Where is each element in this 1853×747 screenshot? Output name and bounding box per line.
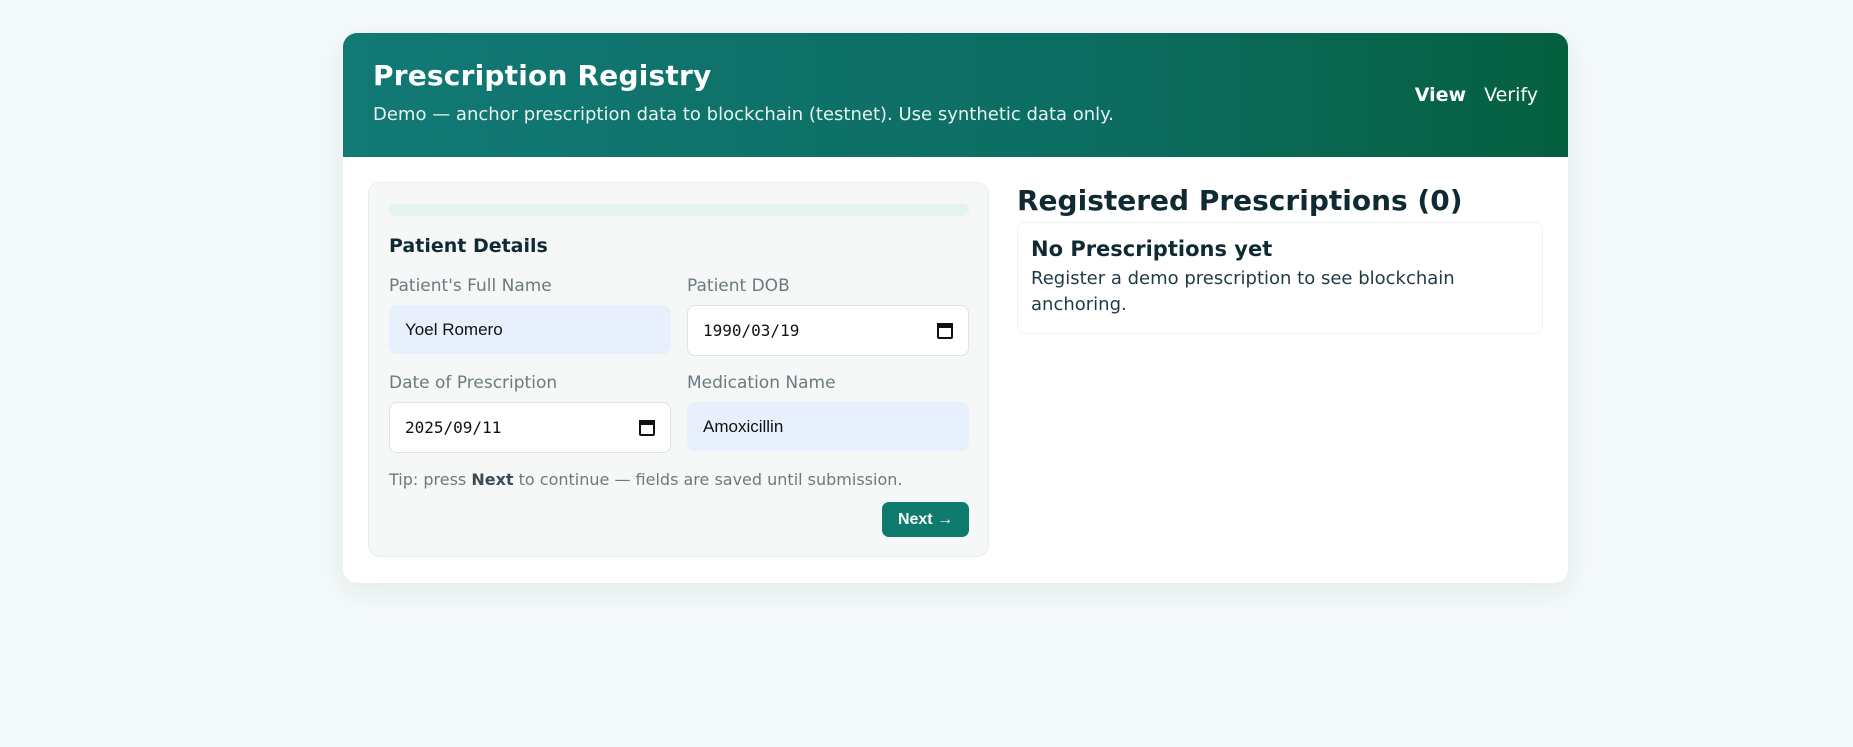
page-subtitle: Demo — anchor prescription data to block… (373, 104, 1114, 125)
nav-verify-link[interactable]: Verify (1484, 84, 1538, 106)
empty-state-card: No Prescriptions yet Register a demo pre… (1017, 222, 1543, 334)
calendar-icon[interactable] (639, 419, 655, 436)
prescription-date-label: Date of Prescription (389, 373, 558, 393)
dob-input[interactable]: 1990/03/19 (687, 305, 969, 356)
full-name-label: Patient's Full Name (389, 276, 552, 296)
prescription-date-group: Date of Prescription 2025/09/11 (389, 373, 671, 453)
tip-text: Tip: press Next to continue — fields are… (389, 470, 902, 489)
medication-group: Medication Name Amoxicillin (687, 373, 969, 451)
full-name-input[interactable]: Yoel Romero (389, 305, 671, 354)
prescription-date-input[interactable]: 2025/09/11 (389, 402, 671, 453)
tip-prefix: Tip: press (389, 470, 472, 489)
dob-value: 1990/03/19 (703, 321, 800, 340)
next-button[interactable]: Next → (882, 502, 969, 537)
medication-input[interactable]: Amoxicillin (687, 402, 969, 451)
registry-title: Registered Prescriptions (0) (1017, 184, 1463, 217)
empty-state-text: Register a demo prescription to see bloc… (1031, 268, 1455, 315)
tip-bold: Next (471, 470, 514, 489)
nav-view-link[interactable]: View (1415, 84, 1466, 106)
full-name-group: Patient's Full Name Yoel Romero (389, 276, 671, 354)
header: Prescription Registry Demo — anchor pres… (343, 33, 1568, 157)
prescription-form: Patient Details Patient's Full Name Yoel… (368, 182, 989, 557)
app-card: Prescription Registry Demo — anchor pres… (343, 33, 1568, 583)
dob-group: Patient DOB 1990/03/19 (687, 276, 969, 356)
calendar-icon[interactable] (937, 322, 953, 339)
dob-label: Patient DOB (687, 276, 790, 296)
page-title: Prescription Registry (373, 59, 712, 92)
progress-bar (389, 204, 969, 216)
tip-suffix: to continue — fields are saved until sub… (513, 470, 903, 489)
top-nav: View Verify (1415, 84, 1538, 106)
empty-state-title: No Prescriptions yet (1031, 237, 1273, 261)
medication-label: Medication Name (687, 373, 836, 393)
prescription-date-value: 2025/09/11 (405, 418, 502, 437)
section-title: Patient Details (389, 235, 548, 257)
